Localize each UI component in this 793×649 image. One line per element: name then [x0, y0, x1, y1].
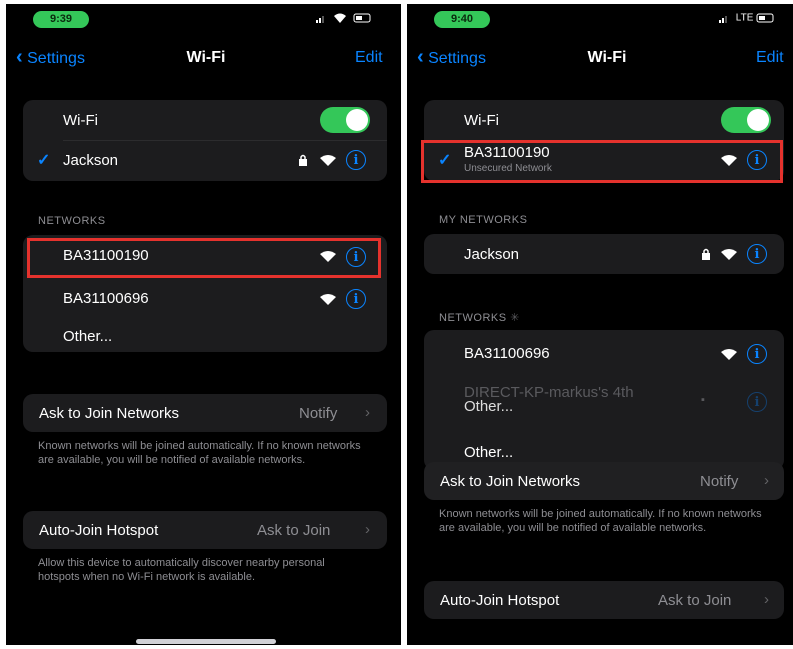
network-item-name[interactable]: BA31100696 — [63, 290, 149, 307]
left-phone-screen: 9:39 ‹ Settings Wi-Fi Edit Wi-Fi ✓ Jacks… — [6, 4, 401, 645]
networks-group: BA31100696 i DIRECT-KP-markus's 4th Othe… — [424, 330, 784, 470]
right-phone-screen: 9:40 LTE ‹ Settings Wi-Fi Edit Wi-Fi ✓ B… — [407, 4, 793, 645]
home-indicator — [136, 639, 276, 644]
wifi-icon — [320, 251, 336, 262]
ask-to-join-footer: Known networks will be joined automatica… — [439, 508, 762, 534]
battery-icon — [756, 13, 774, 23]
connected-network-name: Jackson — [63, 152, 119, 169]
networks-header: NETWORKS ✳ — [439, 312, 520, 324]
network-item-name[interactable]: BA31100696 — [464, 345, 550, 362]
back-label: Settings — [428, 50, 486, 67]
back-button[interactable]: ‹ Settings — [16, 46, 85, 69]
networks-header: NETWORKS — [38, 215, 106, 227]
info-icon: i — [747, 392, 767, 412]
auto-join-label: Auto-Join Hotspot — [440, 592, 560, 609]
info-icon[interactable]: i — [747, 150, 767, 170]
other-network-item[interactable]: Other... — [464, 444, 513, 461]
wifi-toggle[interactable] — [721, 107, 771, 133]
chevron-right-icon: › — [365, 404, 370, 421]
back-button[interactable]: ‹ Settings — [417, 46, 486, 69]
ask-to-join-footer: Known networks will be joined automatica… — [38, 440, 361, 466]
page-title: Wi-Fi — [587, 49, 627, 66]
info-icon[interactable]: i — [747, 244, 767, 264]
wifi-icon — [320, 294, 336, 305]
auto-join-label: Auto-Join Hotspot — [39, 522, 159, 539]
network-item-name[interactable]: Jackson — [464, 246, 519, 263]
edit-button[interactable]: Edit — [355, 49, 383, 67]
checkmark-icon: ✓ — [37, 152, 51, 169]
auto-join-value: Ask to Join — [658, 592, 732, 609]
lock-icon: ▪ — [701, 394, 705, 406]
my-networks-group: Jackson i — [424, 234, 784, 274]
back-label: Settings — [27, 50, 85, 67]
status-time: 9:39 — [33, 11, 89, 28]
signal-wifi-battery-icon — [316, 13, 371, 23]
ask-to-join-row[interactable]: Ask to Join Networks Notify › — [424, 462, 784, 500]
status-time: 9:40 — [434, 11, 490, 28]
wifi-group: Wi-Fi ✓ Jackson i — [23, 100, 387, 181]
connected-network-name: BA31100190 — [464, 144, 550, 161]
chevron-right-icon: › — [365, 521, 370, 538]
wifi-toggle[interactable] — [320, 107, 370, 133]
chevron-right-icon: › — [764, 591, 769, 608]
status-icons: LTE — [717, 12, 776, 24]
checkmark-icon: ✓ — [438, 152, 452, 169]
signal-icon — [719, 16, 727, 23]
wifi-icon — [320, 155, 336, 166]
ask-to-join-row[interactable]: Ask to Join Networks Notify › — [23, 394, 387, 432]
other-network-item[interactable]: Other... — [63, 328, 112, 345]
ask-to-join-label: Ask to Join Networks — [440, 473, 581, 490]
wifi-label: Wi-Fi — [464, 112, 499, 129]
wifi-icon — [721, 349, 737, 360]
chevron-right-icon: › — [764, 472, 769, 489]
networks-group: BA31100190 i BA31100696 i Other... — [23, 235, 387, 352]
page-title: Wi-Fi — [186, 49, 226, 66]
wifi-icon — [721, 249, 737, 260]
ask-to-join-value: Notify — [299, 405, 338, 422]
chevron-left-icon: ‹ — [16, 46, 23, 68]
ask-to-join-label: Ask to Join Networks — [39, 405, 180, 422]
wifi-icon — [721, 155, 737, 166]
lock-icon — [702, 248, 710, 260]
lock-icon — [299, 154, 307, 166]
loading-spinner-icon: ✳ — [510, 312, 520, 324]
auto-join-row[interactable]: Auto-Join Hotspot Ask to Join › — [23, 511, 387, 549]
auto-join-value: Ask to Join — [257, 522, 331, 539]
auto-join-row[interactable]: Auto-Join Hotspot Ask to Join › — [424, 581, 784, 619]
info-icon[interactable]: i — [346, 150, 366, 170]
chevron-left-icon: ‹ — [417, 46, 424, 68]
ghost-other-item: Other... — [464, 398, 514, 415]
edit-button[interactable]: Edit — [756, 49, 784, 67]
connected-network-subtitle: Unsecured Network — [464, 163, 552, 174]
network-type: LTE — [735, 12, 754, 24]
wifi-group: Wi-Fi ✓ BA31100190 Unsecured Network i — [421, 100, 784, 183]
network-item-name[interactable]: BA31100190 — [63, 247, 149, 264]
wifi-label: Wi-Fi — [63, 112, 98, 129]
info-icon[interactable]: i — [747, 344, 767, 364]
my-networks-header: MY NETWORKS — [439, 214, 528, 226]
auto-join-footer: Allow this device to automatically disco… — [38, 557, 325, 583]
status-icons — [314, 12, 374, 27]
info-icon[interactable]: i — [346, 289, 366, 309]
ask-to-join-value: Notify — [700, 473, 739, 490]
info-icon[interactable]: i — [346, 247, 366, 267]
